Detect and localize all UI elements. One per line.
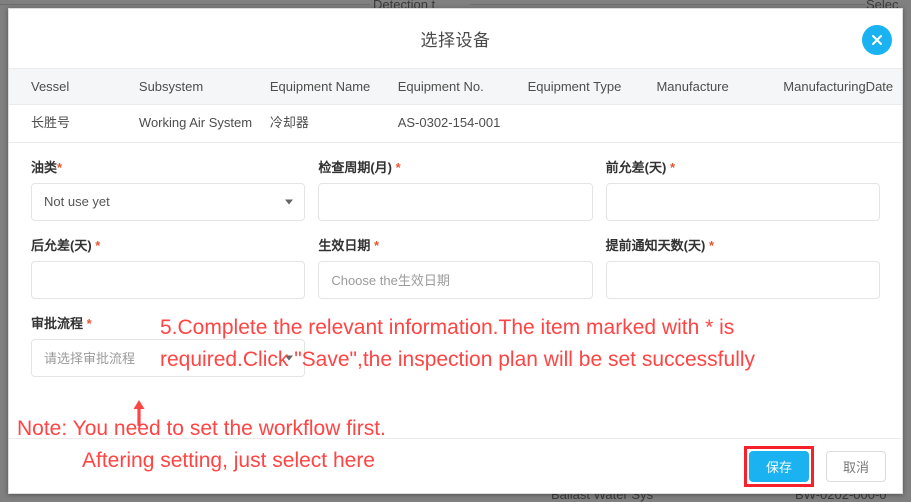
cell-vessel: 长胜号 (9, 104, 139, 143)
label-inspection-cycle: 检查周期(月) * (318, 157, 592, 176)
required-marker: * (669, 159, 676, 175)
cell-equipment-name: 冷却器 (269, 104, 398, 143)
dialog-title: 选择设备 (420, 31, 491, 50)
cell-equipment-no: AS-0302-154-001 (397, 104, 528, 143)
label-post-tolerance-text: 后允差(天) (31, 237, 92, 253)
effective-date-input[interactable]: Choose the生效日期 (318, 260, 593, 299)
equipment-table: Vessel Subsystem Equipment Name Equipmen… (9, 69, 902, 143)
screenshot-root: Detection t Selec Ballast Water Sys BW-0… (0, 0, 911, 502)
label-pre-tolerance: 前允差(天) * (606, 157, 880, 176)
label-advance-notice-days-text: 提前通知天数(天) (605, 237, 706, 253)
label-effective-date-text: 生效日期 (318, 237, 371, 253)
field-oil-type: 油类* Not use yet (31, 157, 306, 221)
cell-manufacturing-date (783, 104, 902, 143)
post-tolerance-input[interactable] (31, 260, 306, 299)
column-header-equipment-type[interactable]: Equipment Type (527, 69, 657, 105)
table-body: 长胜号 Working Air System 冷却器 AS-0302-154-0… (9, 104, 902, 143)
label-advance-notice-days: 提前通知天数(天) * (606, 235, 880, 254)
column-header-equipment-name[interactable]: Equipment Name (269, 69, 398, 105)
form-row-2: 后允差(天) * 生效日期 * Choose the生效日期 提前通知天数(天)… (9, 235, 902, 299)
approval-workflow-placeholder: 请选择审批流程 (44, 351, 136, 367)
save-button-highlight: 保存 (743, 445, 814, 487)
column-header-vessel[interactable]: Vessel (9, 69, 139, 105)
oil-type-select[interactable]: Not use yet (31, 182, 306, 221)
save-button[interactable]: 保存 (748, 450, 809, 482)
label-approval-workflow-text: 审批流程 (31, 315, 84, 331)
required-marker: * (708, 237, 715, 253)
inspection-cycle-input[interactable] (318, 182, 593, 221)
label-oil-type: 油类* (31, 157, 305, 176)
arrow-up-icon (133, 400, 145, 426)
field-advance-notice-days: 提前通知天数(天) * (605, 235, 880, 299)
cancel-button[interactable]: 取消 (825, 450, 886, 482)
oil-type-value: Not use yet (44, 194, 110, 210)
chevron-down-icon (285, 199, 294, 205)
table-header: Vessel Subsystem Equipment Name Equipmen… (9, 69, 902, 105)
pre-tolerance-input[interactable] (605, 182, 880, 221)
required-marker: * (86, 315, 92, 331)
column-header-subsystem[interactable]: Subsystem (138, 69, 270, 105)
table-row[interactable]: 长胜号 Working Air System 冷却器 AS-0302-154-0… (9, 104, 902, 143)
cell-equipment-type (527, 104, 657, 143)
column-header-manufacture[interactable]: Manufacture (656, 69, 784, 105)
required-marker: * (95, 237, 101, 253)
field-inspection-cycle: 检查周期(月) * (318, 157, 593, 221)
column-header-equipment-no[interactable]: Equipment No. (397, 69, 528, 105)
required-marker: * (57, 159, 63, 175)
field-post-tolerance: 后允差(天) * (31, 235, 306, 299)
label-inspection-cycle-text: 检查周期(月) (318, 159, 392, 175)
cell-manufacture (656, 104, 784, 143)
field-effective-date: 生效日期 * Choose the生效日期 (318, 235, 593, 299)
form-row-1: 油类* Not use yet 检查周期(月) * 前允差(天) * (9, 157, 902, 221)
column-header-manufacturing-date[interactable]: ManufacturingDate (783, 69, 902, 105)
advance-notice-days-input[interactable] (605, 260, 880, 299)
cell-subsystem: Working Air System (138, 104, 270, 143)
required-marker: * (373, 237, 380, 253)
annotation-line-1: 5.Complete the relevant information.The … (160, 316, 735, 339)
table-header-row: Vessel Subsystem Equipment Name Equipmen… (9, 69, 902, 105)
label-oil-type-text: 油类 (31, 159, 58, 175)
field-pre-tolerance: 前允差(天) * (605, 157, 880, 221)
close-icon[interactable] (862, 25, 892, 55)
annotation-line-3: Note: You need to set the workflow first… (17, 417, 386, 440)
label-effective-date: 生效日期 * (318, 235, 592, 254)
label-pre-tolerance-text: 前允差(天) (605, 159, 667, 175)
label-post-tolerance: 后允差(天) * (31, 235, 305, 254)
annotation-line-4: Aftering setting, just select here (82, 449, 375, 472)
required-marker: * (395, 159, 401, 175)
dialog-header: 选择设备 (9, 9, 902, 69)
effective-date-placeholder: Choose the生效日期 (331, 273, 450, 289)
inspection-plan-form: 油类* Not use yet 检查周期(月) * 前允差(天) * 后允差(天… (9, 157, 902, 377)
annotation-line-2: required.Click "Save",the inspection pla… (160, 348, 756, 371)
